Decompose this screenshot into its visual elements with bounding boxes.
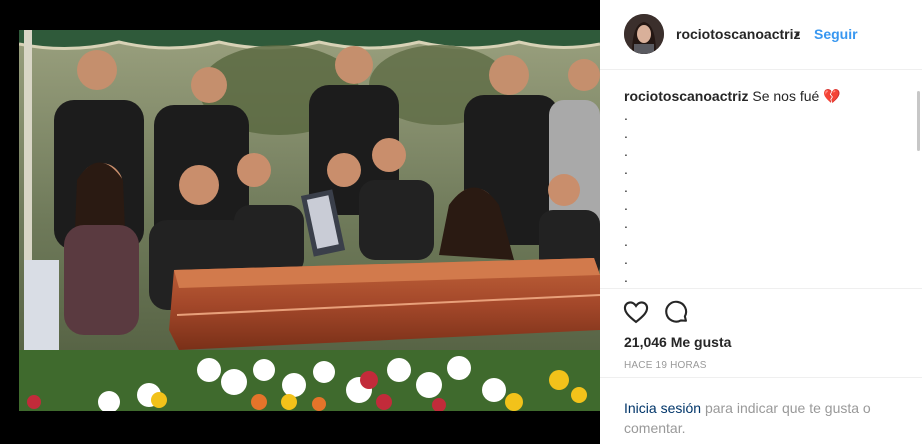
caption: rociotoscanoactriz Se nos fué 💔: [624, 87, 904, 105]
post-timestamp[interactable]: HACE 19 HORAS: [624, 360, 707, 371]
heart-icon[interactable]: [622, 298, 650, 326]
login-link[interactable]: Inicia sesión: [624, 400, 701, 416]
login-prompt: Inicia sesión para indicar que te gusta …: [600, 377, 922, 436]
login-text-block: Inicia sesión para indicar que te gusta …: [624, 398, 904, 438]
caption-dot-line: .: [624, 269, 628, 285]
caption-dot-line: .: [624, 143, 628, 159]
caption-username[interactable]: rociotoscanoactriz: [624, 88, 748, 104]
comment-icon[interactable]: [662, 298, 690, 326]
caption-dot-line: .: [624, 107, 628, 123]
post-side-panel: rociotoscanoactriz • Seguir rociotoscano…: [600, 0, 922, 444]
caption-text: Se nos fué 💔: [752, 88, 841, 104]
caption-dot-line: .: [624, 197, 628, 213]
comments-scrollbar[interactable]: [917, 91, 920, 151]
caption-dot-line: .: [624, 251, 628, 267]
likes-count[interactable]: 21,046 Me gusta: [624, 334, 731, 350]
caption-dot-line: .: [624, 125, 628, 141]
follow-button[interactable]: Seguir: [814, 26, 858, 42]
likes-number: 21,046: [624, 334, 667, 350]
caption-dot-line: .: [624, 233, 628, 249]
username-link[interactable]: rociotoscanoactriz: [676, 26, 800, 42]
caption-dot-line: .: [624, 179, 628, 195]
caption-dots: . . . . . . . . . .: [624, 106, 628, 286]
post-photo[interactable]: [19, 30, 600, 411]
caption-dot-line: .: [624, 215, 628, 231]
caption-dot-line: .: [624, 161, 628, 177]
separator-dot: •: [795, 26, 800, 42]
comments-section[interactable]: rociotoscanoactriz Se nos fué 💔 . . . . …: [600, 71, 922, 289]
post-header: rociotoscanoactriz • Seguir: [600, 0, 922, 70]
avatar[interactable]: [624, 14, 664, 54]
likes-label: Me gusta: [670, 334, 732, 350]
post-media-area: [0, 0, 600, 444]
